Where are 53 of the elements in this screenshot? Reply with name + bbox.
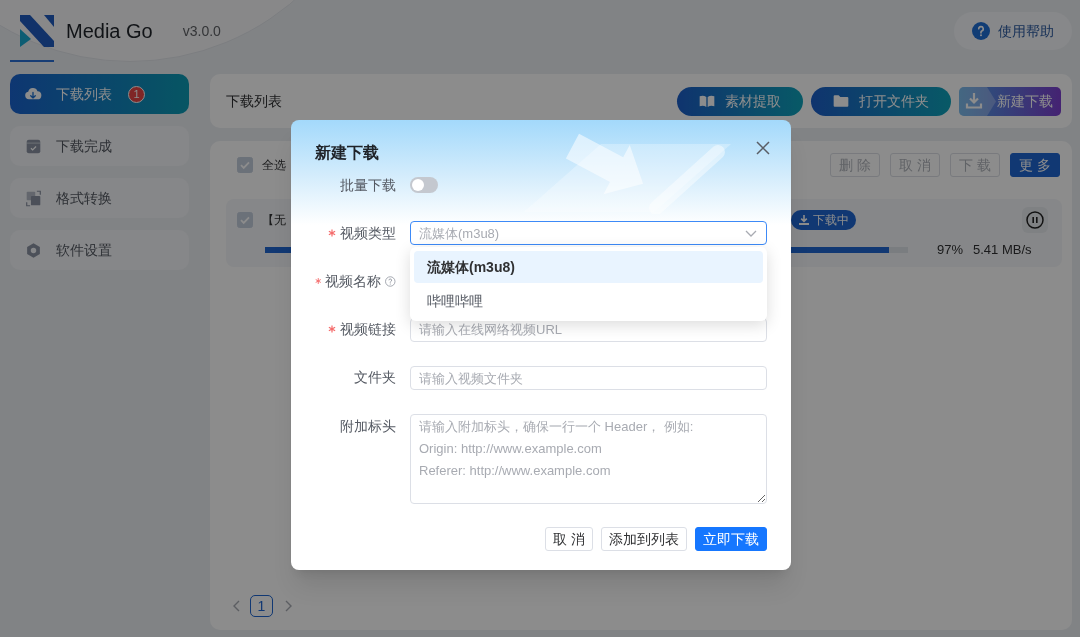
dropdown-option[interactable]: 哔哩哔哩 bbox=[414, 285, 763, 317]
cloud-download-icon bbox=[24, 86, 42, 102]
pause-button[interactable] bbox=[1022, 207, 1048, 233]
sidebar-item[interactable]: 软件设置 bbox=[10, 230, 189, 270]
toolbar-button[interactable]: 打开文件夹 bbox=[811, 86, 951, 116]
accent-line bbox=[10, 60, 54, 62]
checkbox[interactable] bbox=[237, 212, 253, 228]
sidebar-item[interactable]: 下载列表 1 bbox=[10, 74, 189, 114]
sidebar-item[interactable]: 下载完成 bbox=[10, 126, 189, 166]
select-all-label: 全选 bbox=[262, 157, 286, 174]
toggle-switch[interactable] bbox=[410, 177, 438, 193]
text-input[interactable]: 请输入视频文件夹 bbox=[410, 366, 767, 390]
close-icon[interactable] bbox=[756, 141, 770, 155]
logo-icon bbox=[20, 15, 54, 47]
dropdown-option[interactable]: 流媒体(m3u8) bbox=[414, 251, 763, 283]
toolbar-title: 下载列表 bbox=[226, 91, 282, 111]
sidebar-item[interactable]: 格式转换 bbox=[10, 178, 189, 218]
app-name: Media Go bbox=[66, 19, 153, 44]
progress-percent: 97% bbox=[937, 241, 964, 260]
form-label: 视频链接 bbox=[340, 319, 396, 339]
page-button[interactable]: 1 bbox=[250, 595, 273, 617]
chevron-left-icon[interactable] bbox=[233, 600, 240, 612]
dialog-title: 新建下载 bbox=[315, 143, 379, 163]
toolbar-button[interactable]: 新建下载 bbox=[959, 86, 1061, 116]
check-square-icon bbox=[24, 137, 42, 155]
pause-icon bbox=[1026, 211, 1044, 229]
app-version: v3.0.0 bbox=[182, 21, 221, 41]
chevron-right-icon[interactable] bbox=[285, 600, 292, 612]
download-speed: 5.41 MB/s bbox=[973, 241, 1032, 260]
dialog-button[interactable]: 立即下载 bbox=[695, 527, 767, 551]
item-title: 【无 bbox=[262, 212, 286, 229]
hexagon-icon bbox=[24, 241, 42, 259]
help-icon[interactable] bbox=[385, 274, 396, 288]
form-label: 文件夹 bbox=[354, 368, 396, 387]
overlapping-squares-icon bbox=[24, 189, 42, 207]
select-field[interactable]: 流媒体(m3u8) bbox=[410, 221, 767, 245]
dialog-button[interactable]: 添加到列表 bbox=[601, 527, 687, 551]
help-icon bbox=[972, 22, 990, 40]
form-label: 视频类型 bbox=[340, 223, 396, 243]
folder-icon bbox=[833, 94, 849, 108]
form-label: 批量下载 bbox=[340, 175, 396, 195]
dialog-button[interactable]: 取 消 bbox=[545, 527, 593, 551]
book-icon bbox=[699, 94, 715, 108]
help-button[interactable]: 使用帮助 bbox=[954, 12, 1072, 50]
form-label: 附加标头 bbox=[340, 416, 396, 436]
action-button[interactable]: 更 多 bbox=[1010, 153, 1060, 177]
toolbar-button[interactable]: 素材提取 bbox=[677, 86, 803, 116]
chevron-down-icon bbox=[745, 230, 757, 237]
count-badge: 1 bbox=[128, 85, 145, 103]
status-badge: 下载中 bbox=[791, 210, 856, 230]
form-label: 视频名称 bbox=[325, 271, 382, 291]
download-icon bbox=[798, 214, 810, 226]
checkbox[interactable] bbox=[237, 157, 253, 173]
